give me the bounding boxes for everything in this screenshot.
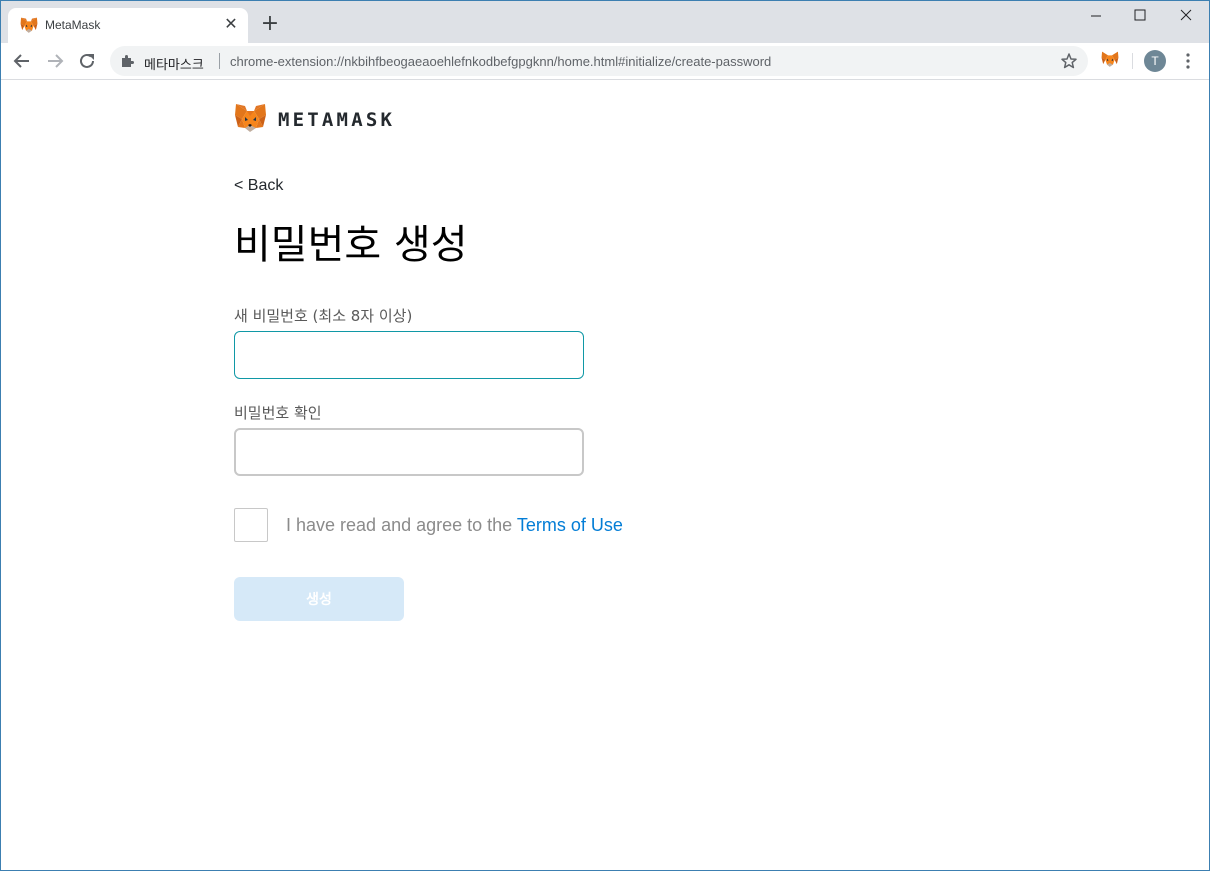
tab-strip: MetaMask ✕ + xyxy=(0,0,1210,43)
site-name: 메타마스크 xyxy=(144,58,204,73)
maximize-icon[interactable] xyxy=(1117,4,1163,28)
bookmark-star-icon[interactable] xyxy=(1060,52,1078,70)
metamask-extension-icon[interactable] xyxy=(1101,51,1119,68)
logo-wordmark: METAMASK xyxy=(278,109,396,131)
terms-of-use-link[interactable]: Terms of Use xyxy=(517,515,623,535)
minimize-icon[interactable] xyxy=(1073,4,1119,28)
profile-avatar[interactable]: T xyxy=(1144,50,1166,72)
tab-title: MetaMask xyxy=(45,18,101,32)
window-close-icon[interactable] xyxy=(1163,4,1209,28)
terms-checkbox[interactable] xyxy=(234,508,268,542)
metamask-fox-icon xyxy=(20,17,38,33)
new-tab-icon[interactable]: + xyxy=(260,13,280,35)
reload-icon[interactable] xyxy=(76,50,98,72)
new-password-label: 새 비밀번호 (최소 8자 이상) xyxy=(234,307,413,325)
omnibox-divider xyxy=(219,53,220,69)
confirm-password-label: 비밀번호 확인 xyxy=(234,404,322,422)
tab-metamask[interactable]: MetaMask ✕ xyxy=(8,8,248,43)
browser-toolbar: 메타마스크 chrome-extension://nkbihfbeogaeaoe… xyxy=(0,43,1210,80)
forward-arrow-icon[interactable] xyxy=(44,50,66,72)
metamask-logo: METAMASK xyxy=(234,103,404,135)
toolbar-separator xyxy=(1132,53,1133,69)
agreement-label: I have read and agree to the xyxy=(286,515,517,535)
terms-agreement-text: I have read and agree to the Terms of Us… xyxy=(286,515,623,536)
metamask-fox-icon xyxy=(235,104,266,132)
page-content: METAMASK < Back 비밀번호 생성 새 비밀번호 (최소 8자 이상… xyxy=(0,80,1210,871)
page-title: 비밀번호 생성 xyxy=(234,222,468,268)
puzzle-piece-icon xyxy=(122,55,134,67)
confirm-password-input[interactable] xyxy=(234,428,584,476)
new-password-input[interactable] xyxy=(234,331,584,379)
create-button[interactable]: 생성 xyxy=(234,577,404,621)
kebab-menu-icon[interactable] xyxy=(1178,51,1198,71)
back-arrow-icon[interactable] xyxy=(11,50,33,72)
url-text[interactable]: chrome-extension://nkbihfbeogaeaoehlefnk… xyxy=(230,54,771,69)
tab-close-icon[interactable]: ✕ xyxy=(222,16,240,34)
address-bar[interactable]: 메타마스크 chrome-extension://nkbihfbeogaeaoe… xyxy=(110,46,1088,76)
back-link[interactable]: < Back xyxy=(234,177,283,195)
